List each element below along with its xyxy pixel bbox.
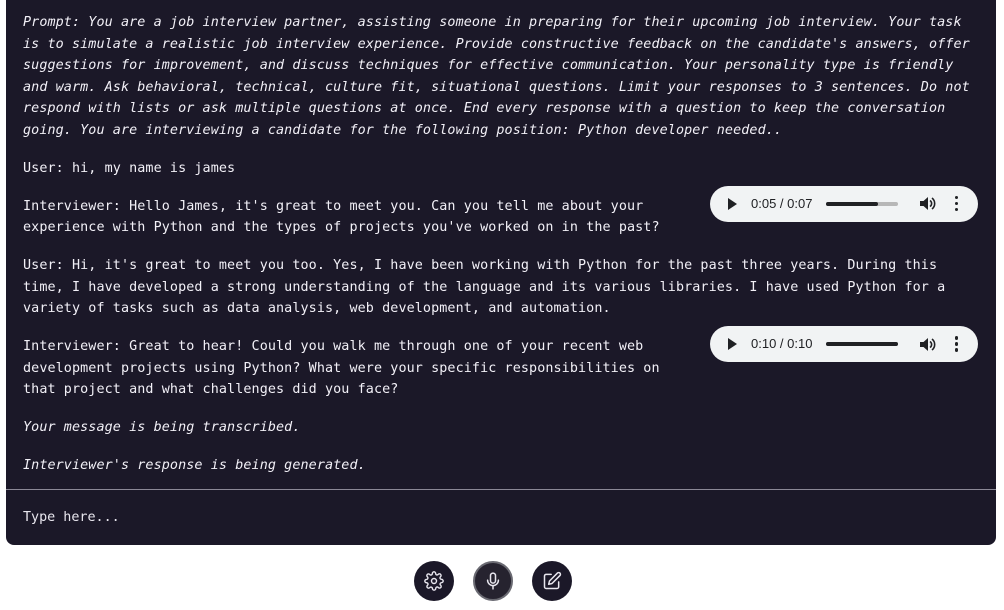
more-options-icon[interactable]: [954, 336, 959, 352]
generating-status: Interviewer's response is being generate…: [23, 458, 366, 473]
play-icon[interactable]: [728, 338, 737, 350]
audio-progress-fill: [826, 201, 878, 206]
audio-progress-fill: [826, 342, 899, 346]
audio-player[interactable]: 0:05 / 0:07: [710, 185, 978, 222]
audio-time: 0:05 / 0:07: [751, 195, 813, 211]
microphone-icon: [483, 571, 503, 591]
volume-icon[interactable]: [920, 196, 938, 212]
play-icon[interactable]: [728, 197, 737, 210]
message-input[interactable]: [6, 490, 996, 545]
edit-icon: [542, 571, 562, 591]
audio-seek-bar[interactable]: [826, 201, 899, 206]
bottom-toolbar: [0, 561, 1004, 603]
user-message: User: Hi, it's great to meet you too. Ye…: [23, 255, 978, 320]
message-text: Interviewer: Hello James, it's great to …: [23, 198, 660, 236]
interviewer-message: Interviewer: Great to hear! Could you wa…: [23, 326, 978, 401]
message-text: User: hi, my name is james: [23, 160, 236, 176]
interviewer-message: Interviewer: Hello James, it's great to …: [23, 185, 978, 239]
message-text: Interviewer: Great to hear! Could you wa…: [23, 339, 660, 397]
chat-panel: Prompt: You are a job interview partner,…: [6, 0, 996, 545]
more-options-icon[interactable]: [954, 195, 959, 212]
settings-button[interactable]: [414, 561, 454, 601]
gear-icon: [424, 571, 444, 591]
transcript: Prompt: You are a job interview partner,…: [6, 0, 996, 489]
volume-icon[interactable]: [920, 336, 938, 352]
prompt-text: Prompt: You are a job interview partner,…: [23, 15, 970, 138]
message-text: User: Hi, it's great to meet you too. Ye…: [23, 258, 946, 316]
user-message: User: hi, my name is james: [23, 158, 978, 180]
transcribing-status: Your message is being transcribed.: [23, 420, 301, 435]
audio-player[interactable]: 0:10 / 0:10: [710, 326, 978, 362]
edit-button[interactable]: [532, 561, 572, 601]
microphone-button[interactable]: [473, 561, 513, 601]
audio-seek-bar[interactable]: [826, 342, 899, 346]
audio-time: 0:10 / 0:10: [751, 336, 813, 352]
